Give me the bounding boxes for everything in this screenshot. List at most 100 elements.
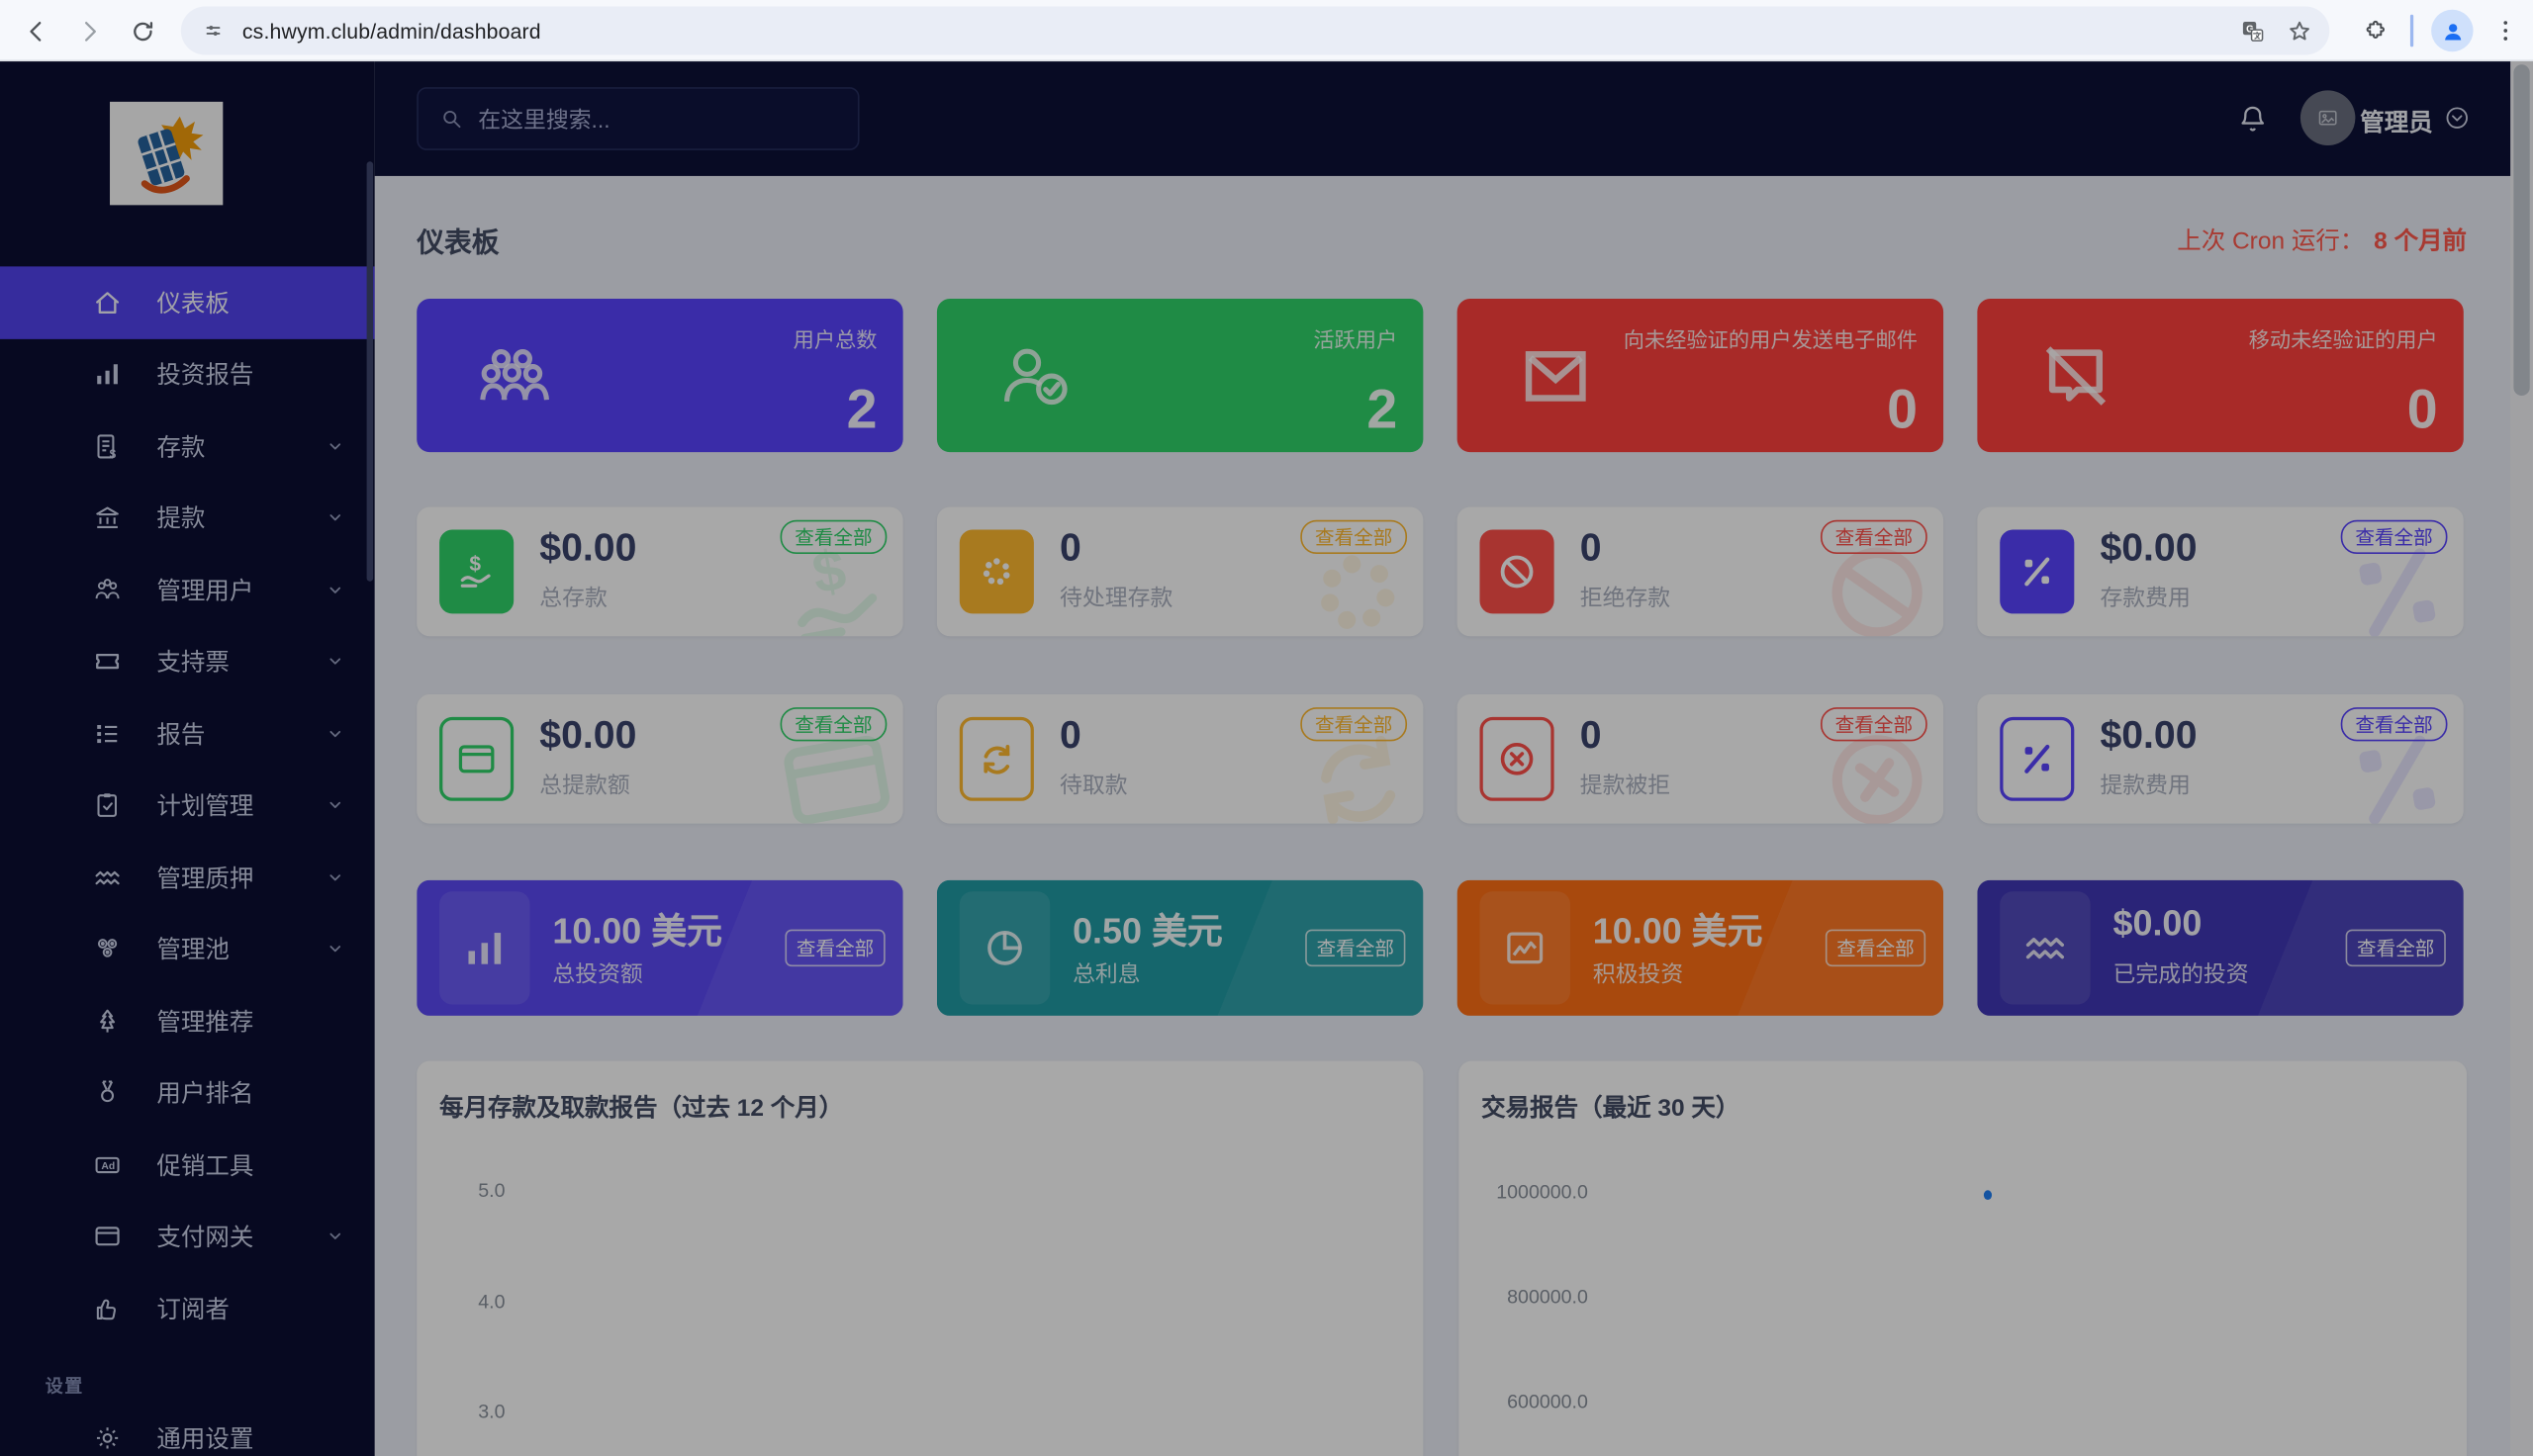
sidebar-item-manage-users[interactable]: 管理用户	[0, 554, 375, 626]
admin-avatar[interactable]	[2300, 90, 2356, 145]
clipboard-check-icon	[92, 790, 123, 821]
stat-card-active-users[interactable]: 活跃用户 2	[937, 299, 1423, 452]
topbar: 管理员	[375, 61, 2533, 176]
sidebar-item-manage-staking[interactable]: 管理质押	[0, 842, 375, 914]
sidebar-item-label: 管理池	[156, 932, 229, 965]
reload-button[interactable]	[120, 8, 165, 53]
scrollbar-thumb[interactable]	[2513, 64, 2529, 396]
translate-icon[interactable]	[2239, 17, 2267, 45]
invoice-dollar-icon	[92, 431, 123, 462]
bookmark-star-icon[interactable]	[2286, 17, 2313, 45]
search-box	[417, 87, 859, 150]
watermark-icon	[764, 707, 903, 824]
sidebar-item-manage-pools[interactable]: 管理池	[0, 913, 375, 985]
stat-label: 待处理存款	[1060, 582, 1173, 614]
dashboard-content: 仪表板 上次 Cron 运行：8 个月前 用户总数 2 活跃用户 2 向未经验证…	[375, 176, 2510, 1456]
stat-card-total-users[interactable]: 用户总数 2	[417, 299, 902, 452]
stat-value: 10.00 美元	[1593, 903, 1763, 955]
browser-menu-icon[interactable]	[2491, 16, 2520, 45]
y-tick: 3.0	[478, 1401, 505, 1423]
sidebar-item-manage-referrals[interactable]: 管理推荐	[0, 985, 375, 1057]
stat-value: 0	[1060, 714, 1081, 760]
y-tick: 600000.0	[1491, 1391, 1588, 1413]
users-icon	[92, 575, 123, 605]
sidebar-section-settings: 设置	[46, 1373, 84, 1399]
chevron-down-icon	[325, 435, 345, 456]
bar-chart-icon	[439, 891, 529, 1004]
sidebar-item-general-settings[interactable]: 通用设置	[0, 1402, 375, 1456]
extensions-icon[interactable]	[2364, 16, 2392, 45]
stat-card-total-invested: 10.00 美元 总投资额 查看全部	[417, 880, 902, 1016]
chart-title: 每月存款及取款报告（过去 12 个月）	[439, 1090, 843, 1124]
sidebar-item-plan-management[interactable]: 计划管理	[0, 770, 375, 842]
stat-label: 积极投资	[1593, 957, 1683, 990]
sidebar-item-label: 仪表板	[156, 286, 229, 319]
stat-card-rejected-deposits: 0 拒绝存款 查看全部	[1457, 507, 1943, 637]
site-logo[interactable]	[110, 102, 223, 205]
view-all-badge[interactable]: 查看全部	[1305, 930, 1405, 967]
percent-icon	[2000, 530, 2074, 614]
sidebar-item-user-ranking[interactable]: 用户排名	[0, 1057, 375, 1130]
stat-card-completed-investments: $0.00 已完成的投资 查看全部	[1977, 880, 2463, 1016]
chevron-down-icon	[325, 939, 345, 959]
sidebar-scrollbar[interactable]	[367, 161, 374, 581]
view-all-badge[interactable]: 查看全部	[2346, 930, 2446, 967]
sidebar-item-dashboard[interactable]: 仪表板	[0, 266, 375, 338]
stat-card-deposit-charges: $0.00 存款费用 查看全部	[1977, 507, 2463, 637]
circle-x-icon	[1480, 717, 1554, 801]
sidebar-item-subscribers[interactable]: 订阅者	[0, 1273, 375, 1345]
sidebar-item-investment-report[interactable]: 投资报告	[0, 338, 375, 410]
sidebar-item-reports[interactable]: 报告	[0, 697, 375, 770]
forward-button[interactable]	[66, 8, 112, 53]
browser-window: cs.hwym.club/admin/dashboard 仪表板 投资报告 存款…	[0, 0, 2533, 1456]
stat-label: 向未经验证的用户发送电子邮件	[1624, 323, 1918, 354]
address-bar[interactable]: cs.hwym.club/admin/dashboard	[181, 7, 2329, 55]
sidebar-item-withdrawals[interactable]: 提款	[0, 482, 375, 554]
view-all-badge[interactable]: 查看全部	[1826, 930, 1925, 967]
back-button[interactable]	[13, 8, 58, 53]
chevron-down-icon	[325, 507, 345, 528]
admin-name[interactable]: 管理员	[2360, 105, 2432, 138]
toolbar-separator	[2410, 15, 2413, 47]
sidebar-item-label: 管理推荐	[156, 1004, 253, 1038]
cron-label: 上次 Cron 运行：	[2177, 228, 2364, 255]
sidebar-item-promotion-tools[interactable]: 促销工具	[0, 1129, 375, 1201]
notification-bell-icon[interactable]	[2236, 102, 2270, 136]
sidebar-item-label: 通用设置	[156, 1420, 253, 1454]
ticket-icon	[92, 646, 123, 677]
gear-icon	[92, 1422, 123, 1453]
sidebar-item-label: 报告	[156, 716, 205, 750]
watermark-icon	[2324, 519, 2464, 636]
sidebar-item-payment-gateways[interactable]: 支付网关	[0, 1201, 375, 1273]
credit-card-icon	[92, 1222, 123, 1252]
chevron-down-icon	[325, 580, 345, 600]
page-scrollbar[interactable]	[2510, 61, 2533, 1456]
stat-label: 活跃用户	[1313, 323, 1397, 354]
monthly-deposit-withdraw-chart: 每月存款及取款报告（过去 12 个月） 5.0 4.0 3.0	[417, 1061, 1423, 1456]
search-input[interactable]	[478, 106, 833, 132]
sidebar-item-support-tickets[interactable]: 支持票	[0, 626, 375, 698]
cron-status: 上次 Cron 运行：8 个月前	[2177, 223, 2467, 256]
stat-card-email-unverified[interactable]: 向未经验证的用户发送电子邮件 0	[1457, 299, 1943, 452]
stat-card-mobile-unverified[interactable]: 移动未经验证的用户 0	[1977, 299, 2463, 452]
site-settings-icon[interactable]	[200, 18, 226, 44]
view-all-badge[interactable]: 查看全部	[785, 930, 885, 967]
sidebar-item-deposits[interactable]: 存款	[0, 410, 375, 483]
browser-profile-avatar[interactable]	[2431, 10, 2473, 51]
browser-toolbar: cs.hwym.club/admin/dashboard	[0, 0, 2533, 61]
stat-value: $0.00	[2113, 903, 2203, 945]
sidebar-item-label: 促销工具	[156, 1147, 253, 1181]
sidebar-item-label: 提款	[156, 501, 205, 535]
stat-value: $0.00	[539, 714, 636, 760]
bank-icon	[92, 502, 123, 533]
stat-label: 已完成的投资	[2113, 957, 2249, 990]
thumbs-up-icon	[92, 1293, 123, 1323]
stat-label: 总提款额	[539, 769, 629, 801]
url-text[interactable]: cs.hwym.club/admin/dashboard	[242, 19, 541, 43]
stat-card-total-withdrawn: $0.00 总提款额 查看全部	[417, 694, 902, 824]
stat-value: 0.50 美元	[1073, 903, 1223, 955]
stat-value: 10.00 美元	[552, 903, 722, 955]
home-icon	[92, 287, 123, 318]
profile-chevron-icon[interactable]	[2443, 103, 2472, 132]
stat-label: 存款费用	[2100, 582, 2190, 614]
